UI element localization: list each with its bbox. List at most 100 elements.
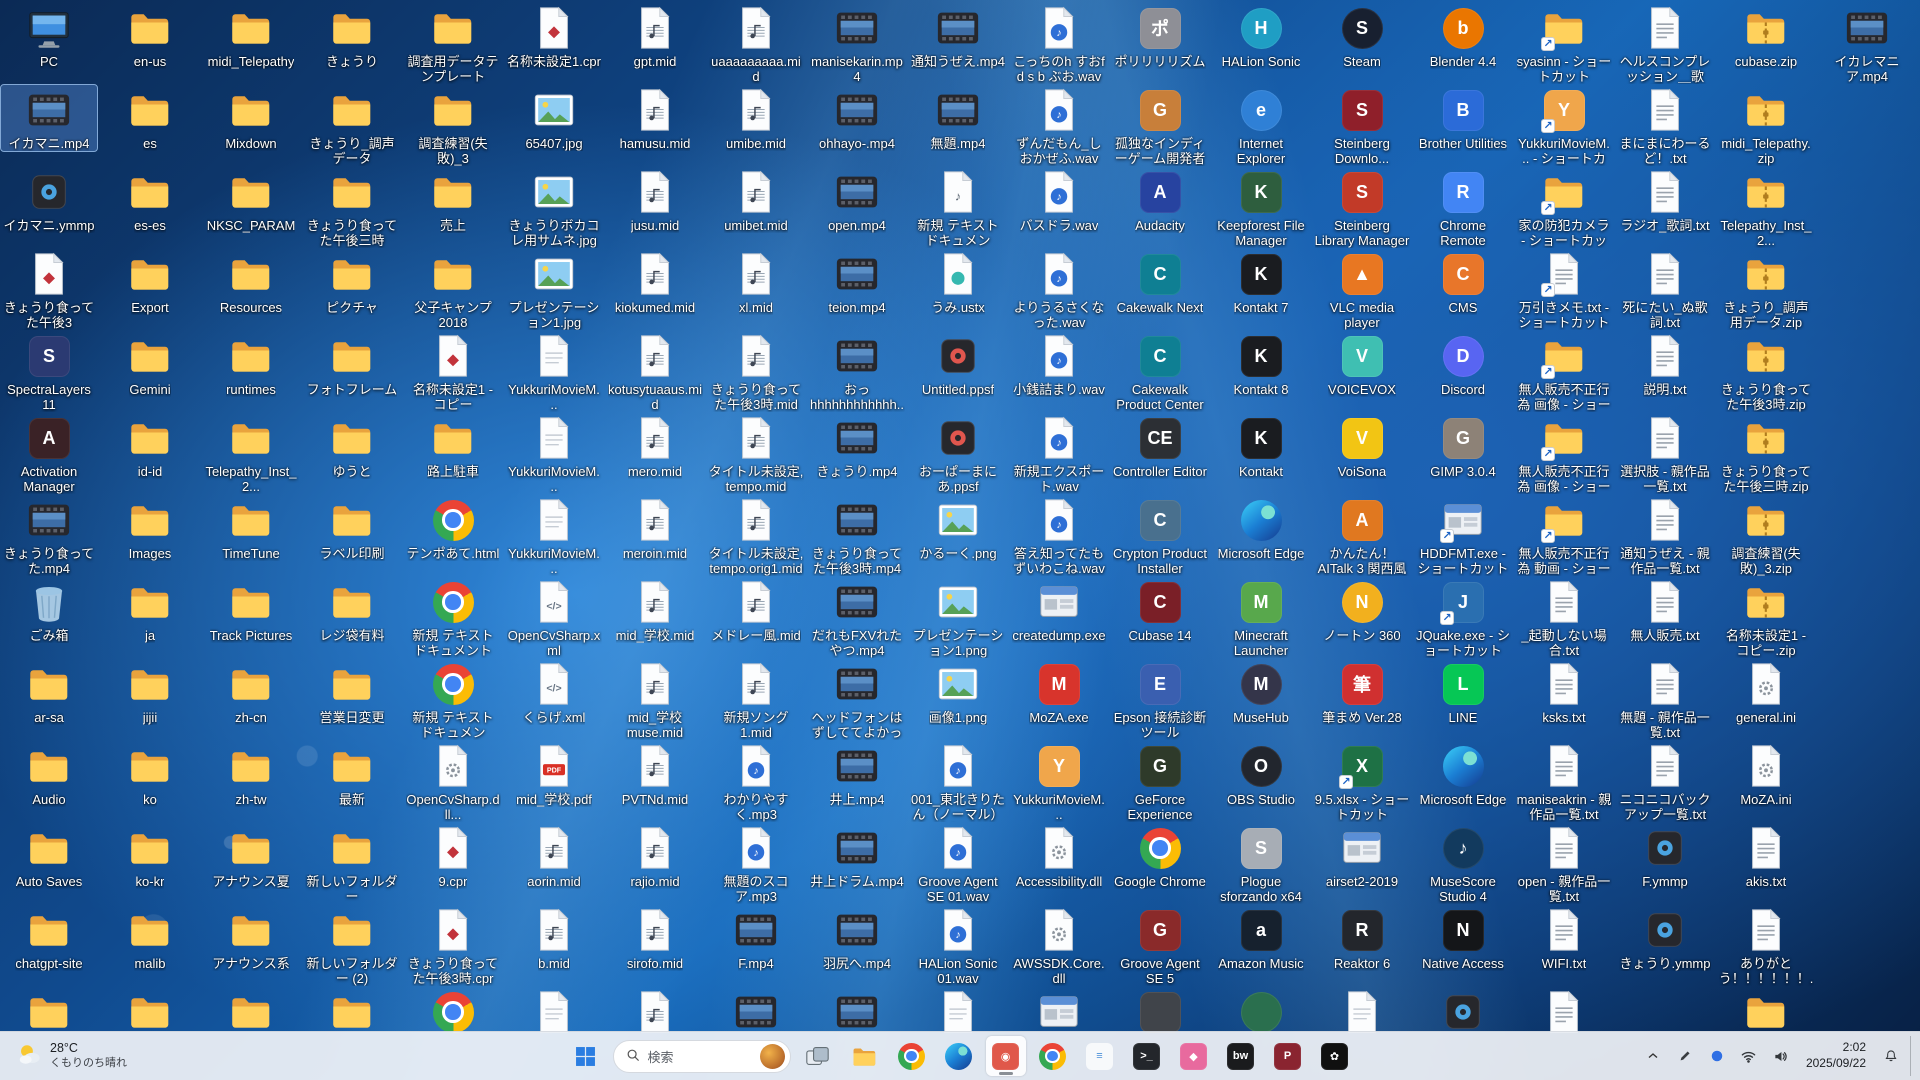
desktop-icon[interactable]: midi_Telepathy [203, 3, 299, 69]
desktop-icon[interactable]: プレゼンテーション1.png [910, 577, 1006, 658]
desktop-icon[interactable]: 井上ドラム.mp4 [809, 823, 905, 889]
desktop-icon[interactable]: es-es [102, 167, 198, 233]
desktop-icon[interactable]: ja [102, 577, 198, 643]
desktop-icon[interactable]: 無題 - 親作品一覧.txt [1617, 659, 1713, 740]
desktop-icon[interactable]: きょうり食ってた午後三時.zip [1718, 413, 1814, 494]
desktop-icon[interactable]: Telepathy_Inst_2... [203, 413, 299, 494]
desktop-icon[interactable]: CCrypton Product Installer [1112, 495, 1208, 576]
desktop-icon[interactable]: mid_学校.mid [607, 577, 703, 643]
desktop-icon[interactable]: akis.txt [1718, 823, 1814, 889]
desktop-icon[interactable]: かるーく.png [910, 495, 1006, 561]
desktop-icon[interactable]: きょうり食ってた午後3時.cpr [405, 905, 501, 986]
taskbar-edge[interactable] [939, 1036, 979, 1076]
desktop-icon[interactable]: OpenCvSharp.dll... [405, 741, 501, 822]
tray-app-dot-icon[interactable] [1702, 1036, 1732, 1076]
desktop-icon[interactable]: RReaktor 6 [1314, 905, 1410, 971]
desktop-icon[interactable]: KKontakt 7 [1213, 249, 1309, 315]
desktop-icon[interactable]: ♪新規 テキスト ドキュメント.musicxml [910, 167, 1006, 248]
desktop-icon[interactable]: きょうり.mp4 [809, 413, 905, 479]
desktop-icon[interactable]: Mixdown [203, 85, 299, 151]
desktop-icon[interactable]: 新しいフォルダー (2) [304, 905, 400, 986]
desktop-icon[interactable]: 調査練習(失敗)_3 [405, 85, 501, 166]
desktop-icon[interactable]: TimeTune [203, 495, 299, 561]
desktop-icon[interactable]: 羽尻へ.mp4 [809, 905, 905, 971]
desktop-icon[interactable]: RChrome Remote Desktop [1415, 167, 1511, 248]
taskbar-pink-app[interactable]: ◆ [1174, 1036, 1214, 1076]
desktop-icon[interactable]: きょうり食ってた午後三時 [304, 167, 400, 248]
desktop-icon[interactable]: ↗万引きメモ.txt - ショートカット [1516, 249, 1612, 330]
show-desktop-button[interactable] [1910, 1036, 1916, 1076]
desktop-icon[interactable]: 通知うぜえ - 親作品一覧.txt [1617, 495, 1713, 576]
desktop-icon[interactable]: 父子キャンプ2018 [405, 249, 501, 330]
desktop-icon[interactable]: ko-kr [102, 823, 198, 889]
desktop-icon[interactable]: ko [102, 741, 198, 807]
desktop-icon[interactable]: aorin.mid [506, 823, 602, 889]
desktop-icon[interactable]: malib [102, 905, 198, 971]
desktop-icon[interactable]: J↗JQuake.exe - ショートカット [1415, 577, 1511, 658]
desktop-icon[interactable]: PC [1, 3, 97, 69]
desktop-icon[interactable]: 通知うぜえ.mp4 [910, 3, 1006, 69]
desktop-icon[interactable]: 営業日変更 [304, 659, 400, 725]
desktop-icon[interactable]: ↗syasinn - ショートカット [1516, 3, 1612, 84]
desktop-icon[interactable]: ラジオ_歌詞.txt [1617, 167, 1713, 233]
desktop-icon[interactable]: 説明.txt [1617, 331, 1713, 397]
desktop-icon[interactable]: gpt.mid [607, 3, 703, 69]
taskbar-bitwig[interactable]: bw [1221, 1036, 1261, 1076]
desktop-icon[interactable]: 選択肢 - 親作品一覧.txt [1617, 413, 1713, 494]
desktop-icon[interactable]: 調査用データテンプレート [405, 3, 501, 84]
desktop-icon[interactable]: きょうり [304, 3, 400, 69]
desktop-icon[interactable]: ♪Groove Agent SE 01.wav [910, 823, 1006, 904]
volume-icon[interactable] [1766, 1036, 1796, 1076]
desktop-icon[interactable]: PDFmid_学校.pdf [506, 741, 602, 807]
desktop-icon[interactable]: ♪よりうるさくなった.wav [1011, 249, 1107, 330]
desktop-icon[interactable]: BBrother Utilities [1415, 85, 1511, 151]
desktop-icon[interactable]: ♪こっちのh すおf d s b ぶお.wav [1011, 3, 1107, 84]
desktop-icon[interactable]: ヘッドフォンはずしててよかった.mp4 [809, 659, 905, 740]
desktop-icon[interactable]: Y↗YukkuriMovieM... - ショートカット [1516, 85, 1612, 166]
taskbar-task-view[interactable] [798, 1036, 838, 1076]
desktop-icon[interactable]: jijii [102, 659, 198, 725]
desktop-icon[interactable]: Audio [1, 741, 97, 807]
desktop-icon[interactable]: ♪わかりやすく.mp3 [708, 741, 804, 822]
desktop-icon[interactable]: Microsoft Edge [1415, 741, 1511, 807]
desktop-icon[interactable]: CCubase 14 [1112, 577, 1208, 643]
desktop-icon[interactable]: WIFI.txt [1516, 905, 1612, 971]
desktop-icon[interactable]: NKSC_PARAM [203, 167, 299, 233]
desktop-icon[interactable]: 無人販売.txt [1617, 577, 1713, 643]
taskbar-chatgpt[interactable]: ✿ [1315, 1036, 1355, 1076]
desktop-icon[interactable]: 名称未設定1 - コピー [405, 331, 501, 412]
desktop-icon[interactable]: テンポあて.html [405, 495, 501, 561]
pen-icon[interactable] [1670, 1036, 1700, 1076]
desktop-icon[interactable]: きょうりボカコレ用サムネ.jpg [506, 167, 602, 248]
desktop-icon[interactable]: open.mp4 [809, 167, 905, 233]
desktop-icon[interactable]: 新規ソング1.mid [708, 659, 804, 740]
desktop-icon[interactable]: ♪バスドラ.wav [1011, 167, 1107, 233]
desktop-icon[interactable]: SPlogue sforzando x64 [1213, 823, 1309, 904]
desktop-icon[interactable]: Auto Saves [1, 823, 97, 889]
desktop-icon[interactable]: umibe.mid [708, 85, 804, 151]
desktop-icon[interactable]: レジ袋有料 [304, 577, 400, 643]
desktop-icon[interactable]: YYukkuriMovieM... [1011, 741, 1107, 822]
desktop-icon[interactable]: en-us [102, 3, 198, 69]
clock[interactable]: 2:02 2025/09/22 [1798, 1040, 1874, 1071]
desktop-icon[interactable]: general.ini [1718, 659, 1814, 725]
notification-bell-icon[interactable] [1876, 1036, 1906, 1076]
desktop-icon[interactable]: kotusytuaaus.mid [607, 331, 703, 412]
desktop-icon[interactable]: meroin.mid [607, 495, 703, 561]
desktop-icon[interactable]: プレゼンテーション1.jpg [506, 249, 602, 330]
desktop-icon[interactable]: NNative Access [1415, 905, 1511, 971]
desktop-icon[interactable]: _起動しない場合.txt [1516, 577, 1612, 658]
desktop-icon[interactable]: ♪ずんだもん_しおかぜふ.wav [1011, 85, 1107, 166]
desktop-icon[interactable]: ♪HALion Sonic 01.wav [910, 905, 1006, 986]
desktop-icon[interactable]: きょうり.ymmp [1617, 905, 1713, 971]
desktop-icon[interactable]: 井上.mp4 [809, 741, 905, 807]
desktop-icon[interactable]: GGroove Agent SE 5 [1112, 905, 1208, 986]
desktop-icon[interactable]: Aかんたん！AITalk 3 関西風 [1314, 495, 1410, 576]
desktop-icon[interactable]: おーぱーまにあ.ppsf [910, 413, 1006, 494]
desktop-icon[interactable]: イカレマニア.mp4 [1819, 3, 1915, 84]
desktop-icon[interactable]: ohhayo-.mp4 [809, 85, 905, 151]
desktop-icon[interactable]: createdump.exe [1011, 577, 1107, 643]
desktop-icon[interactable]: Gemini [102, 331, 198, 397]
desktop-icon[interactable]: GGeForce Experience [1112, 741, 1208, 822]
desktop-icon[interactable]: VVOICEVOX [1314, 331, 1410, 397]
